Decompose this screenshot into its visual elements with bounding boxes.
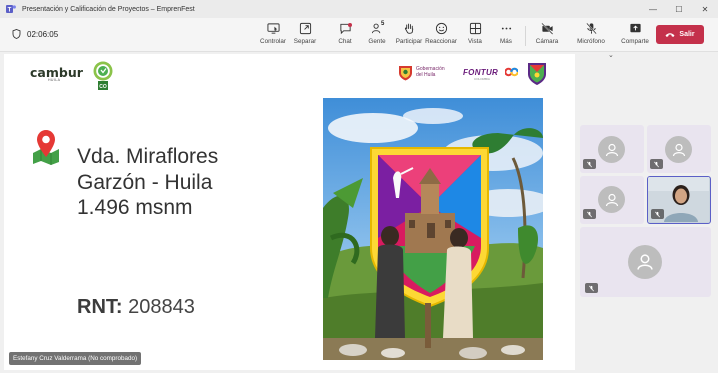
camera-off-icon bbox=[540, 22, 553, 35]
participant-tile[interactable] bbox=[580, 227, 711, 297]
participant-video-tile[interactable] bbox=[647, 176, 711, 224]
participant-tile[interactable] bbox=[580, 125, 644, 173]
timer-text: 02:06:05 bbox=[27, 29, 59, 39]
share-button[interactable]: Comparte bbox=[619, 22, 651, 45]
more-dots-icon bbox=[501, 27, 511, 30]
avatar bbox=[598, 186, 625, 213]
muted-indicator bbox=[583, 209, 596, 219]
gobernacion-line2: del Huila bbox=[416, 71, 436, 78]
phone-hangup-icon bbox=[665, 32, 675, 37]
react-label: Reaccionar bbox=[425, 38, 457, 45]
svg-text:CO: CO bbox=[99, 84, 107, 90]
participant-tile[interactable] bbox=[580, 176, 644, 224]
minimize-button[interactable]: — bbox=[640, 0, 666, 18]
screen-control-icon bbox=[266, 23, 280, 34]
avatar bbox=[598, 136, 625, 163]
microphone-label: Micrófono bbox=[577, 38, 605, 45]
camera-label: Cámara bbox=[535, 38, 559, 45]
location-village: Vda. Miraflores bbox=[77, 145, 219, 168]
raise-hand-label: Participar bbox=[395, 38, 423, 45]
chat-label: Chat bbox=[338, 38, 352, 45]
hand-icon bbox=[404, 23, 413, 34]
leave-button[interactable]: Salir bbox=[656, 25, 704, 44]
share-screen-icon bbox=[629, 23, 641, 33]
cambur-logo-subtitle: HUILA bbox=[48, 78, 61, 82]
person-icon bbox=[605, 143, 618, 156]
grid-view-icon bbox=[469, 22, 481, 35]
municipal-shield-logo bbox=[528, 63, 546, 85]
share-label: Comparte bbox=[621, 38, 649, 45]
rnt-value: 208843 bbox=[128, 296, 195, 318]
avatar bbox=[628, 245, 662, 279]
microphone-options-chevron-icon[interactable]: ⌄ bbox=[608, 51, 614, 59]
notification-dot bbox=[348, 23, 352, 27]
participant-tile[interactable] bbox=[647, 125, 711, 173]
microphone-off-icon bbox=[587, 211, 592, 217]
raise-hand-button[interactable]: Participar bbox=[393, 22, 425, 45]
close-window-button[interactable]: ✕ bbox=[692, 0, 718, 18]
control-label: Controlar bbox=[260, 38, 286, 45]
svg-text:T: T bbox=[8, 7, 12, 13]
view-label: Vista bbox=[468, 38, 482, 45]
map-location-pin-icon bbox=[33, 130, 59, 165]
toolbar-divider bbox=[525, 26, 526, 46]
person-icon bbox=[637, 254, 653, 270]
location-altitude: 1.496 msnm bbox=[77, 196, 193, 219]
microphone-off-icon bbox=[587, 161, 592, 167]
people-button[interactable]: 5 Gente bbox=[361, 21, 393, 45]
more-button[interactable]: Más bbox=[490, 22, 522, 45]
certification-badge-logo: CO bbox=[93, 61, 113, 90]
presenter-name: Estefany Cruz Valderrama (No comprobado) bbox=[13, 355, 138, 362]
maximize-button[interactable]: ☐ bbox=[666, 0, 692, 18]
shield-icon bbox=[12, 29, 21, 39]
leave-label: Salir bbox=[679, 31, 695, 38]
rnt-label: RNT: bbox=[77, 296, 123, 318]
popout-icon bbox=[299, 22, 311, 35]
fontur-logo-subtitle: COLOMBIA bbox=[474, 77, 490, 81]
gobernacion-huila-logo: Gobernación del Huila bbox=[398, 64, 445, 81]
fontur-logo: FONTUR bbox=[463, 68, 499, 77]
rnt-registration: RNT: 208843 bbox=[77, 296, 195, 319]
popout-label: Separar bbox=[293, 38, 317, 45]
microphone-button[interactable]: Micrófono bbox=[575, 22, 607, 45]
presenter-name-tag: Estefany Cruz Valderrama (No comprobado) bbox=[9, 352, 142, 365]
person-icon bbox=[672, 143, 685, 156]
window-controls: — ☐ ✕ bbox=[640, 0, 718, 18]
people-count: 5 bbox=[381, 21, 385, 27]
location-municipality: Garzón - Huila bbox=[77, 170, 213, 194]
muted-indicator bbox=[583, 159, 596, 169]
colombia-co-logo bbox=[505, 67, 518, 77]
microphone-off-icon bbox=[654, 161, 659, 167]
window-title: Presentación y Calificación de Proyectos… bbox=[22, 5, 195, 13]
react-button[interactable]: Reaccionar bbox=[425, 22, 457, 45]
muted-indicator bbox=[650, 159, 663, 169]
location-text: Vda. Miraflores Garzón - Huila 1.496 msn… bbox=[77, 144, 218, 221]
popout-button[interactable]: Separar bbox=[289, 22, 321, 45]
muted-indicator bbox=[585, 283, 598, 293]
person-icon bbox=[605, 193, 618, 206]
chat-button[interactable]: Chat bbox=[329, 22, 361, 45]
landmark-photo bbox=[323, 98, 543, 360]
shared-presentation-slide: cambur HUILA CO Gobernación del Huila FO… bbox=[4, 54, 575, 370]
microphone-off-icon bbox=[589, 285, 594, 291]
microphone-off-icon bbox=[585, 22, 597, 35]
meeting-toolbar: 02:06:05 Controlar Separar Chat 5 Gente … bbox=[0, 18, 718, 59]
microphone-off-icon bbox=[655, 211, 660, 217]
more-label: Más bbox=[500, 38, 512, 45]
title-bar: T Presentación y Calificación de Proyect… bbox=[0, 0, 718, 18]
muted-indicator bbox=[651, 209, 664, 219]
avatar bbox=[665, 136, 692, 163]
smiley-icon bbox=[435, 22, 447, 35]
meeting-timer: 02:06:05 bbox=[12, 29, 58, 39]
people-label: Gente bbox=[368, 38, 386, 45]
teams-app-icon: T bbox=[6, 5, 16, 13]
coat-of-arms-icon bbox=[399, 66, 412, 81]
control-button[interactable]: Controlar bbox=[257, 22, 289, 45]
view-button[interactable]: Vista bbox=[459, 22, 491, 45]
camera-button[interactable]: Cámara bbox=[531, 22, 563, 45]
